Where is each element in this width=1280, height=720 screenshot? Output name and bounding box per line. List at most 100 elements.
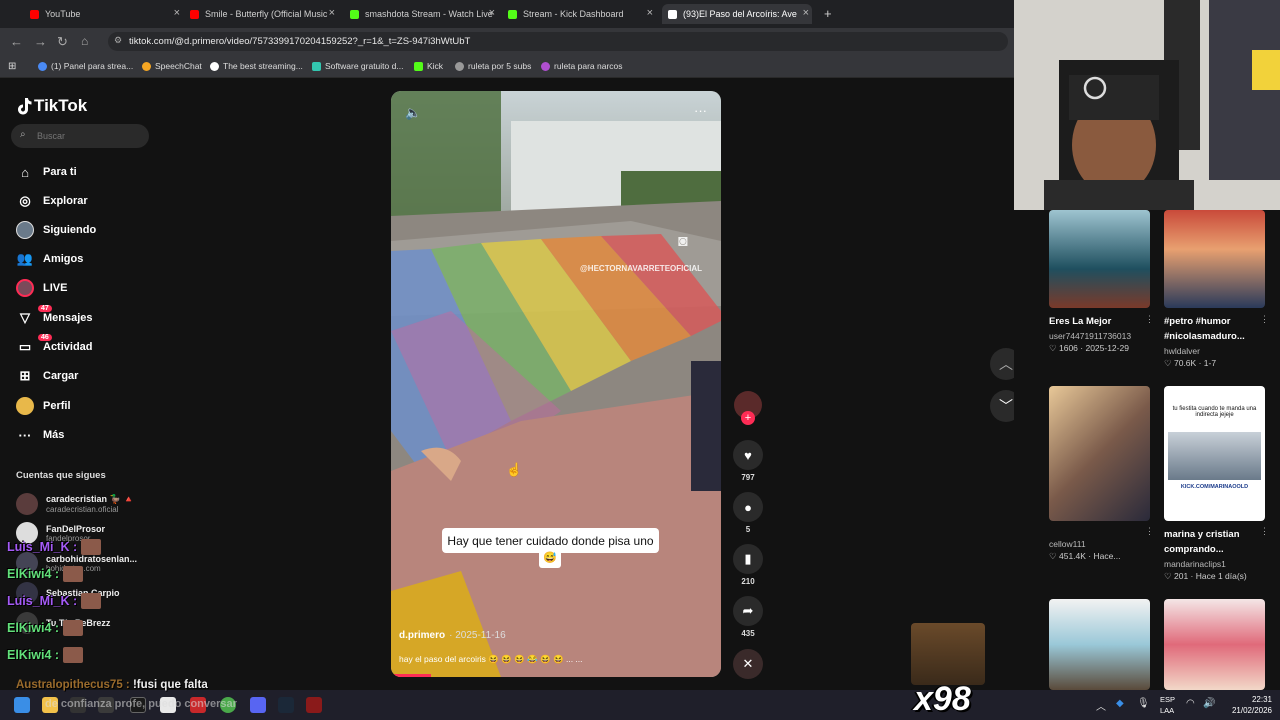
nav-cargar[interactable]: ⊞ Cargar (16, 366, 79, 386)
chat-message: Luis_Mi_K : (7, 593, 102, 609)
recommended-card[interactable]: tu fiestita cuando te manda una indirect… (1164, 386, 1269, 582)
bookmark-item[interactable]: SpeechChat (142, 61, 202, 71)
card-stats: ♡ 201 · Hace 1 día(s) (1164, 571, 1247, 581)
nav-mensajes[interactable]: ▽ 47 Mensajes (16, 305, 93, 328)
tab-youtube[interactable]: YouTube × (30, 4, 180, 24)
nav-perfil[interactable]: Perfil (16, 396, 71, 416)
new-tab-icon[interactable]: + (824, 6, 832, 21)
video-author[interactable]: d.primero (399, 630, 445, 641)
url-field[interactable]: ⚙ tiktok.com/@d.primero/video/7573399170… (108, 32, 1008, 51)
steam-icon[interactable] (278, 697, 294, 713)
more-options-icon[interactable]: ⋮ (1145, 314, 1154, 325)
progress-bar[interactable] (391, 674, 431, 677)
bookmark-label: ruleta para narcos (554, 61, 623, 71)
language-indicator[interactable]: ESP LAA (1160, 694, 1175, 716)
discord-icon[interactable] (250, 697, 266, 713)
card-user: cellow111 (1049, 539, 1086, 549)
following-account[interactable]: caradecristian 🦆 🔺 caradecristian.oficial (16, 493, 134, 515)
nav-label: Perfil (43, 400, 71, 412)
recommended-card[interactable] (1049, 599, 1150, 690)
recommended-card[interactable]: ⋮ cellow111 ♡ 451.4K · Hace... (1049, 386, 1154, 562)
creator-avatar-button[interactable]: + (733, 391, 763, 425)
tab-kick-dashboard[interactable]: Stream - Kick Dashboard × (508, 4, 653, 24)
taskbar-app-icon[interactable] (306, 697, 322, 713)
recommended-card[interactable]: ⋮ #petro #humor #nicolasmaduro... hwldal… (1164, 210, 1269, 369)
share-count: 435 (741, 629, 755, 638)
nav-para-ti[interactable]: ⌂ Para ti (16, 162, 77, 182)
home-icon: ⌂ (21, 164, 29, 180)
following-icon (16, 221, 34, 239)
volume-icon[interactable]: 🔊 (1203, 698, 1215, 709)
video-thumbnail: tu fiestita cuando te manda una indirect… (1164, 386, 1265, 521)
volume-icon[interactable]: 🔈 (405, 105, 421, 121)
facebook-icon (38, 61, 47, 71)
language-text: ESP (1160, 695, 1176, 704)
site-info-icon[interactable]: ⚙ (114, 35, 122, 46)
search-input[interactable] (37, 128, 142, 144)
tab-title: Smile - Butterfly (Official Music (205, 9, 328, 19)
heart-icon: ♡ (1049, 551, 1059, 561)
nav-label: Siguiendo (43, 224, 97, 236)
tab-smashdota[interactable]: smashdota Stream - Watch Live × (350, 4, 495, 24)
nav-live[interactable]: LIVE (16, 278, 67, 298)
nav-amigos[interactable]: 👥 Amigos (16, 249, 83, 269)
tab-tiktok-active[interactable]: (93)El Paso del Arcoíris: Ave × (662, 4, 812, 24)
bookmark-item[interactable]: Software gratuito d... (312, 61, 403, 71)
more-options-icon[interactable]: ⋮ (1145, 526, 1154, 537)
system-clock[interactable]: 22:31 21/02/2026 (1232, 694, 1272, 716)
tray-app-icon[interactable]: ◆ (1116, 698, 1124, 709)
nav-explorar[interactable]: ◎ Explorar (16, 191, 87, 211)
tab-smile-butterfly[interactable]: Smile - Butterfly (Official Music × (190, 4, 335, 24)
nav-actividad[interactable]: ▭ 46 Actividad (16, 334, 93, 357)
bookmark-item[interactable]: ruleta para narcos (541, 61, 623, 71)
video-thumbnail (1164, 599, 1265, 690)
video-player[interactable]: 🔈 ··· ◙ @HECTORNAVARRETEOFICIAL Hay que … (391, 91, 721, 677)
more-options-icon[interactable]: ··· (694, 103, 707, 118)
close-icon[interactable]: × (647, 7, 653, 19)
youtube-icon (30, 9, 39, 19)
comment-button[interactable]: ● 5 (733, 492, 763, 534)
nav-mas[interactable]: ··· Más (16, 425, 65, 445)
share-button[interactable]: ➦ 435 (733, 596, 763, 638)
profile-icon (16, 397, 34, 415)
recommended-card[interactable]: ⋮ Eres La Mejor user74471911736013 ♡ 160… (1049, 210, 1154, 354)
windows-start-icon[interactable] (14, 697, 30, 713)
back-icon[interactable]: ← (10, 34, 23, 49)
bookmark-item[interactable]: The best streaming... (210, 61, 303, 71)
chat-user: ElKiwi4 : (7, 621, 60, 635)
like-button[interactable]: ♥ 797 (733, 440, 763, 482)
wifi-icon[interactable]: ◠ (1186, 698, 1195, 709)
chat-message: ElKiwi4 : (7, 566, 84, 582)
nav-siguiendo[interactable]: Siguiendo (16, 220, 96, 240)
apps-icon[interactable]: ⊞ (8, 61, 16, 72)
bookmark-item[interactable]: Kick (414, 61, 443, 71)
messages-badge: 47 (38, 305, 52, 312)
more-options-icon[interactable]: ⋮ (1260, 526, 1269, 537)
bookmark-item[interactable]: (1) Panel para strea... (38, 61, 133, 71)
close-icon[interactable]: × (489, 7, 495, 19)
more-options-icon[interactable]: ⋮ (1260, 314, 1269, 325)
following-header: Cuentas que sigues (16, 470, 106, 481)
tiktok-logo[interactable]: TikTok (16, 96, 87, 116)
bookmark-label: (1) Panel para strea... (51, 61, 134, 71)
bookmark-item[interactable]: ruleta por 5 subs (455, 61, 531, 71)
video-thumbnail (1164, 210, 1265, 308)
reload-icon[interactable]: ↻ (57, 34, 68, 50)
home-icon[interactable]: ⌂ (81, 34, 88, 48)
music-disc[interactable]: ✕ (733, 649, 763, 679)
close-icon[interactable]: × (174, 7, 180, 19)
avatar (16, 493, 38, 515)
forward-icon[interactable]: → (34, 34, 47, 49)
follow-plus-icon[interactable]: + (741, 411, 755, 425)
tray-chevron-icon[interactable]: ︿ (1096, 698, 1106, 713)
close-icon[interactable]: × (803, 7, 809, 19)
microphone-icon[interactable]: 🎙 (1137, 698, 1150, 709)
recommended-card[interactable] (1164, 599, 1265, 690)
chat-user: ElKiwi4 : (7, 648, 60, 662)
close-icon[interactable]: × (329, 7, 335, 19)
video-description[interactable]: hay el paso del arcoiris 😆 😆 😆 😂 😆 😆 ...… (399, 654, 583, 665)
save-button[interactable]: ▮ 210 (733, 544, 763, 586)
card-date: Hace 1 día(s) (1195, 571, 1247, 581)
search-box[interactable]: ⌕ (11, 124, 149, 148)
logo-text: TikTok (34, 96, 88, 115)
